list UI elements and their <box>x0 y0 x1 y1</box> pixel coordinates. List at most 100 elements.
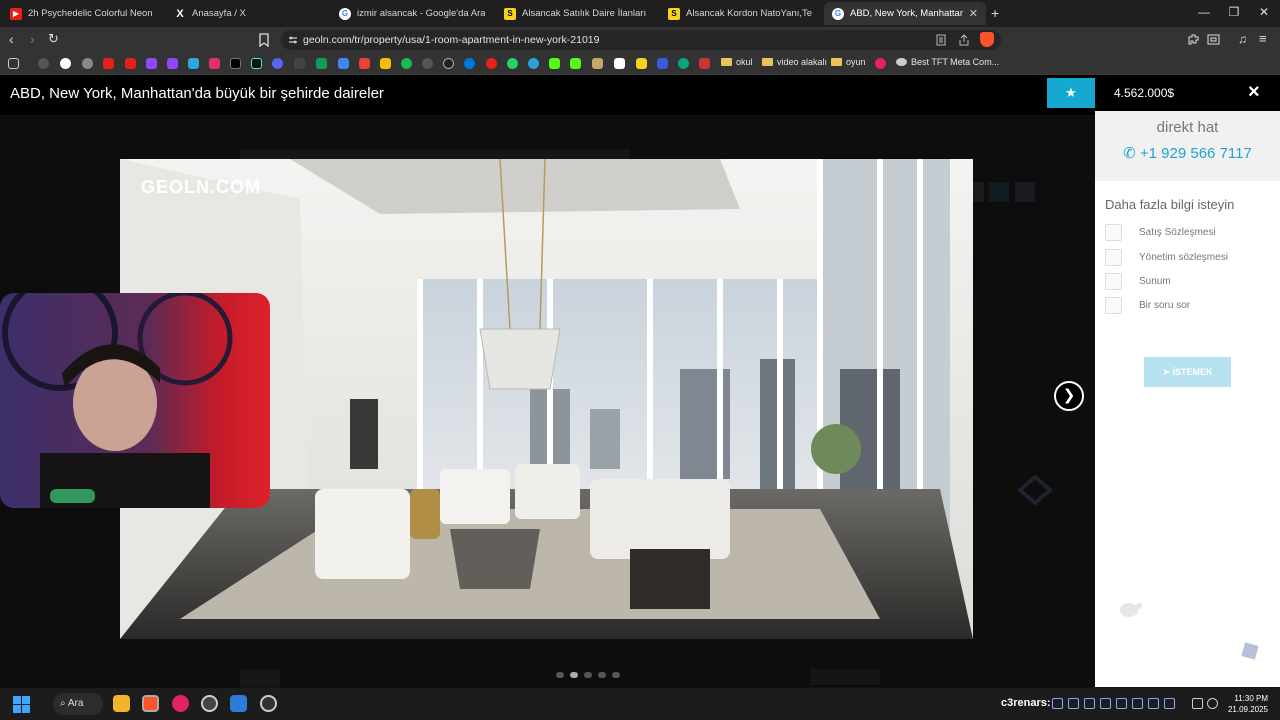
bookmark-app-icon[interactable] <box>699 58 710 69</box>
bookmark-app-icon[interactable] <box>294 58 305 69</box>
bookmark-app-icon[interactable] <box>316 58 327 69</box>
discord-icon[interactable] <box>272 58 283 69</box>
checkbox[interactable] <box>1105 224 1122 241</box>
media-player-icon[interactable] <box>172 695 189 712</box>
bookmark-app-icon[interactable] <box>422 58 433 69</box>
tiktok-icon[interactable] <box>251 58 262 69</box>
google-bookmark-icon[interactable] <box>60 58 71 69</box>
option-ask-question[interactable]: Bir soru sor <box>1105 297 1190 314</box>
bookmark-icon[interactable] <box>258 33 270 47</box>
site-info-icon[interactable] <box>288 35 298 45</box>
chatgpt-icon[interactable] <box>82 58 93 69</box>
option-presentation[interactable]: Sunum <box>1105 273 1171 290</box>
tab-sahibinden-2[interactable]: S Alsancak Kordon NatoYanı,Teraslı Köşe <box>660 2 820 25</box>
bookmark-app-icon[interactable] <box>636 58 647 69</box>
gallery-dot[interactable] <box>612 672 620 678</box>
kick-icon[interactable] <box>549 58 560 69</box>
bookmark-tft[interactable]: Best TFT Meta Com... <box>896 57 999 67</box>
history-icon[interactable] <box>38 58 49 69</box>
docs-icon[interactable] <box>338 58 349 69</box>
kick-icon[interactable] <box>570 58 581 69</box>
restore-icon[interactable]: ❐ <box>1224 5 1244 19</box>
close-window-icon[interactable]: ✕ <box>1254 5 1274 19</box>
favorite-button[interactable]: ★ <box>1047 78 1095 108</box>
media-icon[interactable]: ♫ <box>1238 32 1247 46</box>
tray-app-icon[interactable] <box>1148 698 1159 709</box>
spotify-icon[interactable] <box>401 58 412 69</box>
bookmark-app-icon[interactable] <box>188 58 199 69</box>
tab-geoln-active[interactable]: G ABD, New York, Manhattan'da bü ✕ <box>824 2 986 25</box>
github-icon[interactable] <box>443 58 454 69</box>
reader-mode-icon[interactable] <box>936 34 946 46</box>
twitch-icon[interactable] <box>167 58 178 69</box>
back-icon[interactable]: ‹ <box>9 32 14 46</box>
checkbox[interactable] <box>1105 297 1122 314</box>
telegram-icon[interactable] <box>528 58 539 69</box>
brave-shields-icon[interactable] <box>980 32 994 47</box>
x-bookmark-icon[interactable] <box>230 58 241 69</box>
tray-app-icon[interactable] <box>1052 698 1063 709</box>
bookmark-folder-oyun[interactable]: oyun <box>831 57 866 67</box>
tray-app-icon[interactable] <box>1164 698 1175 709</box>
drive-icon[interactable] <box>380 58 391 69</box>
gallery-dot[interactable] <box>584 672 592 678</box>
bookmark-app-icon[interactable] <box>592 58 603 69</box>
close-gallery-button[interactable]: × <box>1248 81 1260 104</box>
wallet-icon[interactable] <box>1207 33 1220 46</box>
tray-app-icon[interactable] <box>1100 698 1111 709</box>
bookmark-app-icon[interactable] <box>614 58 625 69</box>
extensions-icon[interactable] <box>1187 33 1200 46</box>
next-photo-button[interactable]: ❯ <box>1054 381 1084 411</box>
tray-app-icon[interactable] <box>1132 698 1143 709</box>
gallery-dot-active[interactable] <box>570 672 578 678</box>
youtube-bookmark-icon[interactable] <box>125 58 136 69</box>
gallery-dot[interactable] <box>556 672 564 678</box>
new-tab-button[interactable]: + <box>991 5 999 21</box>
scroll-top-icon[interactable] <box>1240 641 1260 661</box>
close-tab-icon[interactable]: ✕ <box>969 7 978 20</box>
bookmark-app-icon[interactable] <box>486 58 497 69</box>
whatsapp-icon[interactable] <box>507 58 518 69</box>
option-management-contract[interactable]: Yönetim sözleşmesi <box>1105 249 1228 266</box>
taskbar-search[interactable]: ⌕ Ara <box>53 693 103 715</box>
bookmark-folder-okul[interactable]: okul <box>721 57 753 67</box>
windows-start-icon[interactable] <box>13 696 30 713</box>
twitch-icon[interactable] <box>146 58 157 69</box>
request-button[interactable]: ➤ İSTEMEK <box>1144 357 1231 387</box>
minimize-icon[interactable]: — <box>1194 5 1214 19</box>
menu-icon[interactable]: ≡ <box>1259 32 1267 46</box>
file-explorer-icon[interactable] <box>113 695 130 712</box>
checkbox[interactable] <box>1105 249 1122 266</box>
tab-x[interactable]: X Anasayfa / X <box>166 2 328 25</box>
chat-widget-icon[interactable] <box>1119 601 1143 619</box>
option-sales-contract[interactable]: Satış Sözleşmesi <box>1105 224 1216 241</box>
edge-icon[interactable] <box>464 58 475 69</box>
address-bar[interactable]: geoln.com/tr/property/usa/1-room-apartme… <box>281 30 1001 50</box>
instagram-icon[interactable] <box>209 58 220 69</box>
tab-sahibinden-1[interactable]: S Alsancak Satılık Daire İlanları ve Sat… <box>496 2 656 25</box>
tray-app-icon[interactable] <box>1116 698 1127 709</box>
tray-app-icon[interactable] <box>1068 698 1079 709</box>
apps-grid-icon[interactable] <box>8 58 19 69</box>
brave-taskbar-icon[interactable] <box>142 695 159 712</box>
tab-youtube[interactable]: ▶ 2h Psychedelic Colorful Neon Backgr <box>2 2 162 25</box>
steam-icon[interactable] <box>260 695 277 712</box>
phone-link[interactable]: ✆ +1 929 566 7117 <box>1095 144 1280 162</box>
forward-icon[interactable]: › <box>30 32 35 46</box>
tab-google-search[interactable]: G izmir alsancak - Google'da Ara <box>331 2 493 25</box>
checkbox[interactable] <box>1105 273 1122 290</box>
youtube-bookmark-icon[interactable] <box>103 58 114 69</box>
system-clock[interactable]: 11:30 PM 21.09.2025 <box>1222 693 1268 715</box>
bookmark-app-icon[interactable] <box>657 58 668 69</box>
tray-app-icon[interactable] <box>1084 698 1095 709</box>
volume-icon[interactable] <box>1207 698 1218 709</box>
bookmark-app-icon[interactable] <box>875 58 886 69</box>
reload-icon[interactable]: ↻ <box>48 32 59 46</box>
gmail-icon[interactable] <box>359 58 370 69</box>
gallery-dot[interactable] <box>598 672 606 678</box>
obs-icon[interactable] <box>201 695 218 712</box>
bookmark-folder-video[interactable]: video alakalı <box>762 57 827 67</box>
network-icon[interactable] <box>1192 698 1203 709</box>
share-icon[interactable] <box>958 34 970 46</box>
photos-icon[interactable] <box>230 695 247 712</box>
